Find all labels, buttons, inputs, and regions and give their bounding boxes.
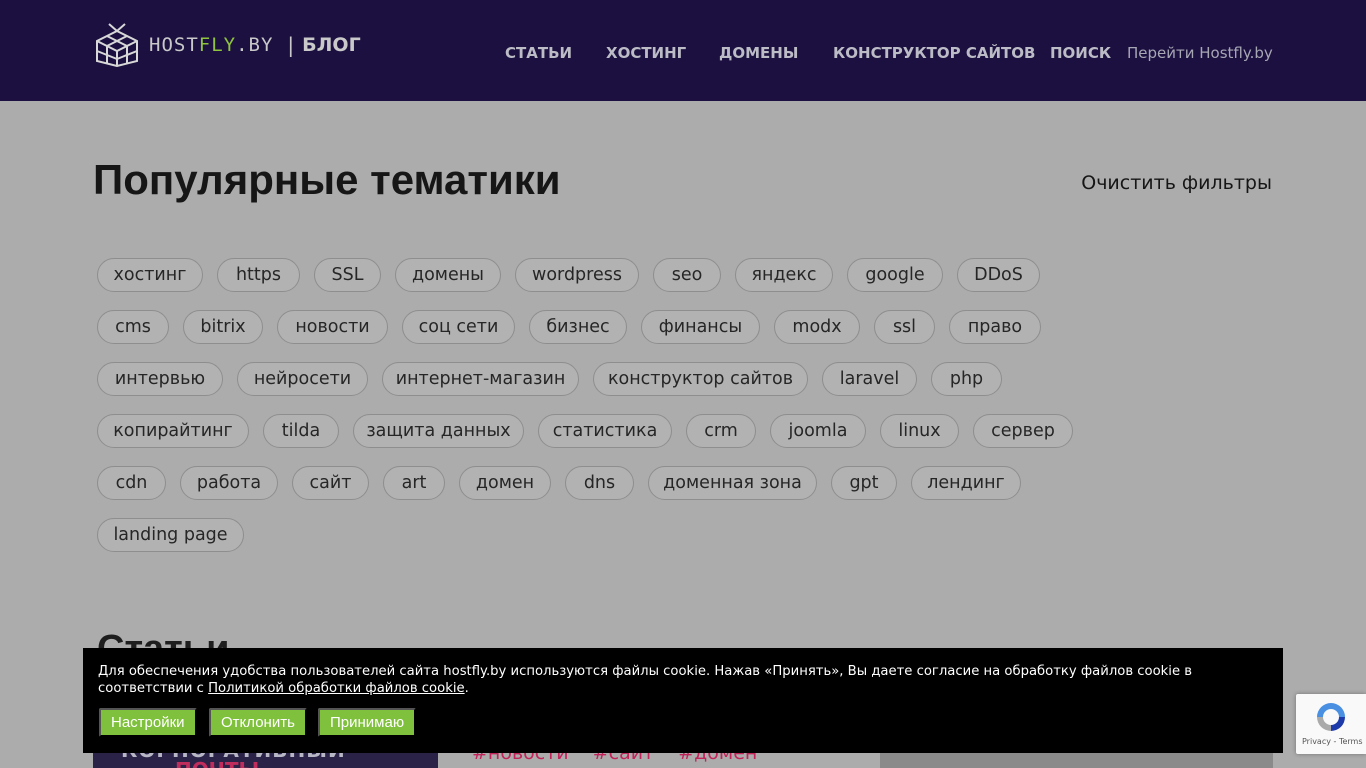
tag-chip[interactable]: яндекс (735, 258, 833, 292)
cookie-banner-text: Для обеспечения удобства пользователей с… (98, 664, 1193, 696)
tag-row: cms bitrix новости соц сети бизнес финан… (97, 310, 1097, 344)
tag-chip[interactable]: bitrix (183, 310, 263, 344)
tag-chip[interactable]: joomla (770, 414, 866, 448)
tag-chip[interactable]: php (931, 362, 1002, 396)
recaptcha-links[interactable]: Privacy - Terms (1302, 737, 1363, 746)
tag-chip[interactable]: gpt (831, 466, 897, 500)
tag-chip[interactable]: финансы (641, 310, 760, 344)
nav-articles[interactable]: СТАТЬИ (505, 44, 572, 62)
tag-chip[interactable]: crm (686, 414, 756, 448)
tag-row: интервью нейросети интернет-магазин конс… (97, 362, 1097, 396)
tag-chip[interactable]: сайт (292, 466, 369, 500)
nav-search[interactable]: ПОИСК (1050, 44, 1111, 62)
cookie-decline-button[interactable]: Отклонить (209, 708, 307, 737)
nav-domains[interactable]: ДОМЕНЫ (719, 44, 798, 62)
tag-chip[interactable]: laravel (822, 362, 917, 396)
tag-chip[interactable]: сервер (973, 414, 1073, 448)
tag-chip[interactable]: art (383, 466, 445, 500)
tag-chip[interactable]: новости (277, 310, 388, 344)
tag-chip[interactable]: домен (459, 466, 551, 500)
tag-chip[interactable]: google (847, 258, 943, 292)
tag-chip[interactable]: https (217, 258, 300, 292)
cookie-accept-button[interactable]: Принимаю (318, 708, 417, 737)
tag-chip[interactable]: linux (880, 414, 959, 448)
tag-chip[interactable]: SSL (314, 258, 381, 292)
tag-chip[interactable]: интервью (97, 362, 223, 396)
cookie-settings-button[interactable]: Настройки (99, 708, 197, 737)
tag-chip[interactable]: защита данных (353, 414, 524, 448)
page-title: Популярные тематики (93, 156, 561, 203)
tag-chip[interactable]: работа (180, 466, 278, 500)
tag-row: хостинг https SSL домены wordpress seo я… (97, 258, 1097, 292)
tag-chip[interactable]: tilda (263, 414, 339, 448)
tag-cloud: хостинг https SSL домены wordpress seo я… (97, 258, 1097, 570)
recaptcha-badge[interactable]: Privacy - Terms (1296, 694, 1366, 754)
tag-chip[interactable]: cdn (97, 466, 166, 500)
article-card-image[interactable] (880, 753, 1273, 768)
cookie-banner: Для обеспечения удобства пользователей с… (83, 648, 1283, 753)
tag-chip[interactable]: домены (395, 258, 501, 292)
tag-chip[interactable]: лендинг (911, 466, 1021, 500)
tag-chip[interactable]: cms (97, 310, 169, 344)
go-to-hostfly-link[interactable]: Перейти Hostfly.by (1127, 44, 1273, 62)
tag-chip[interactable]: modx (774, 310, 860, 344)
tag-chip[interactable]: бизнес (529, 310, 627, 344)
tag-chip[interactable]: право (949, 310, 1041, 344)
tag-chip[interactable]: хостинг (97, 258, 203, 292)
article-image-caption: ПОЧТЫ (175, 758, 259, 768)
recaptcha-icon (1317, 703, 1345, 731)
clear-filters-link[interactable]: Очистить фильтры (1081, 172, 1272, 194)
tag-chip[interactable]: копирайтинг (97, 414, 249, 448)
tag-chip[interactable]: доменная зона (648, 466, 817, 500)
tag-row: копирайтинг tilda защита данных статисти… (97, 414, 1097, 448)
tag-chip[interactable]: соц сети (402, 310, 515, 344)
tag-chip[interactable]: нейросети (237, 362, 368, 396)
site-header: HOSTFLY.BY | БЛОГ СТАТЬИ ХОСТИНГ ДОМЕНЫ … (0, 0, 1366, 101)
tag-chip[interactable]: dns (565, 466, 634, 500)
tag-row: landing page (97, 518, 1097, 552)
tag-row: cdn работа сайт art домен dns доменная з… (97, 466, 1097, 500)
tag-chip[interactable]: wordpress (515, 258, 639, 292)
tag-chip[interactable]: статистика (538, 414, 672, 448)
tag-chip[interactable]: интернет-магазин (382, 362, 579, 396)
tag-chip[interactable]: ssl (874, 310, 935, 344)
tag-chip[interactable]: DDoS (957, 258, 1040, 292)
tag-chip[interactable]: seo (653, 258, 721, 292)
tag-chip[interactable]: landing page (97, 518, 244, 552)
tag-chip[interactable]: конструктор сайтов (593, 362, 808, 396)
cookie-policy-link[interactable]: Политикой обработки файлов cookie (208, 681, 465, 696)
nav-site-builder[interactable]: КОНСТРУКТОР САЙТОВ (833, 44, 1035, 62)
nav-hosting[interactable]: ХОСТИНГ (606, 44, 686, 62)
